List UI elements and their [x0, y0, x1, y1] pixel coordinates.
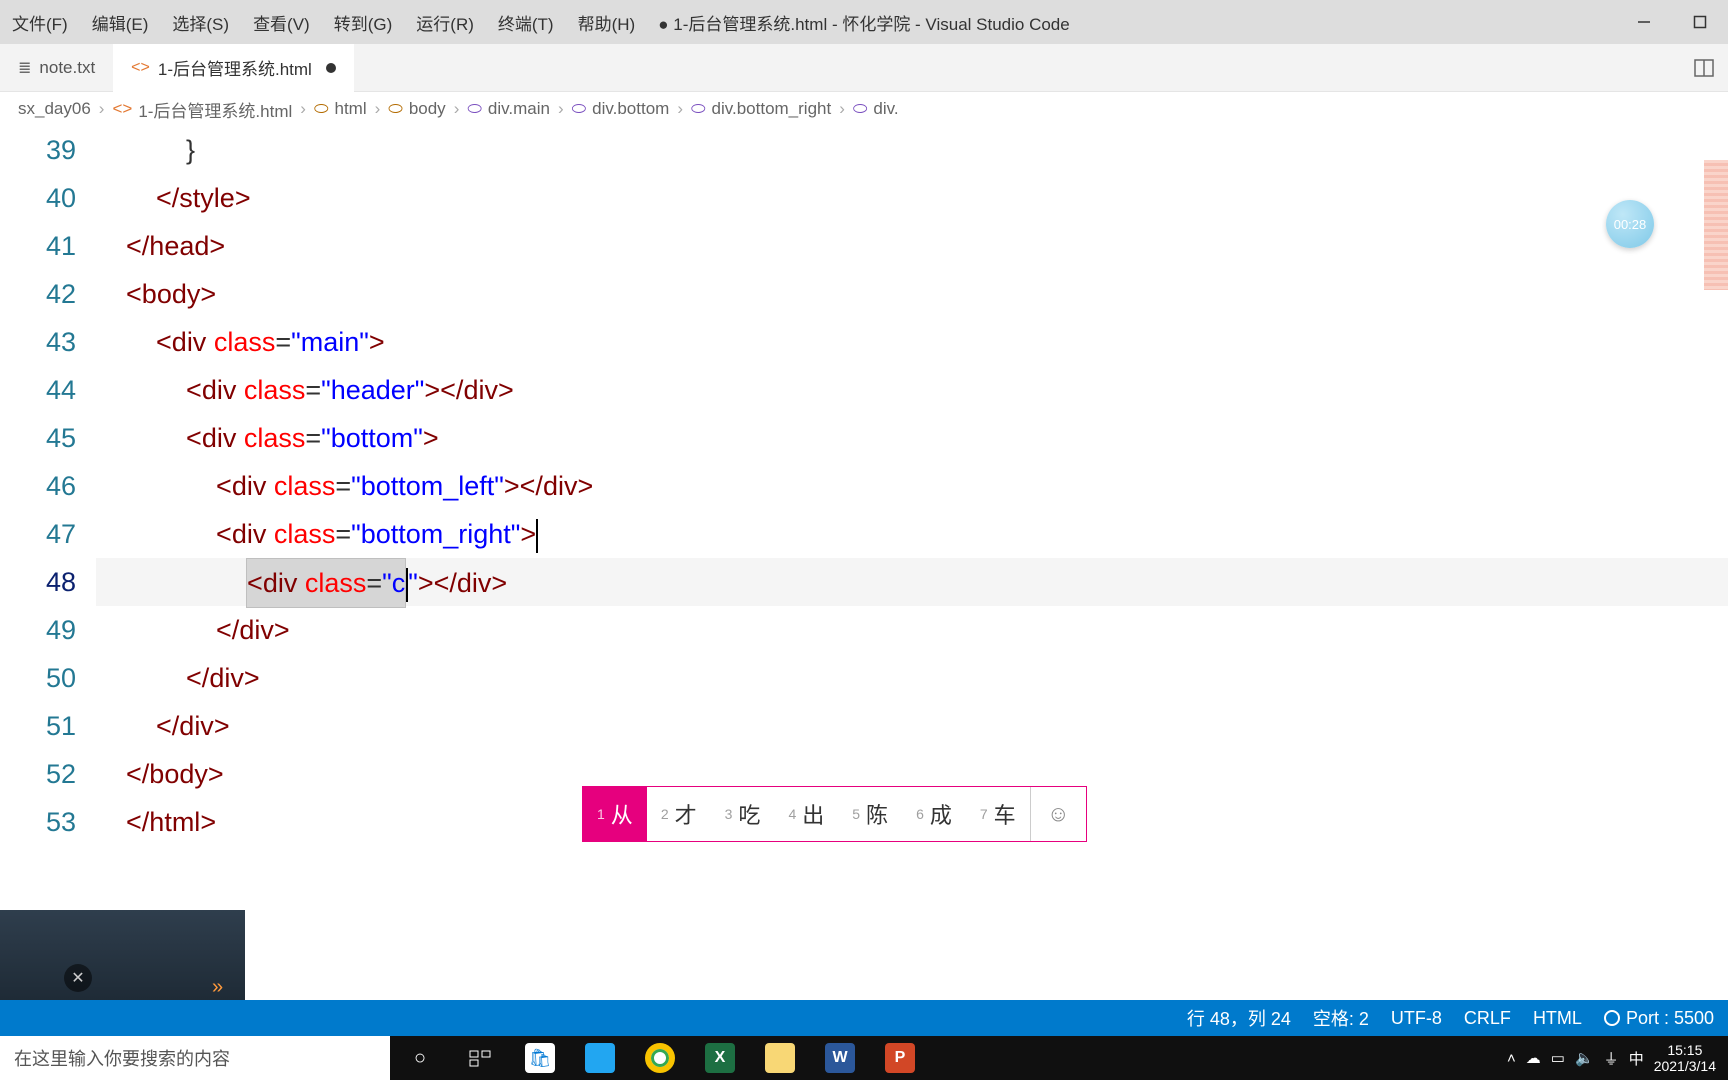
- breadcrumb-item[interactable]: ⬭div.main: [467, 99, 550, 119]
- menu-run[interactable]: 运行(R): [404, 10, 486, 35]
- taskbar-app-excel[interactable]: X: [690, 1036, 750, 1080]
- chevron-right-icon: ›: [558, 99, 564, 119]
- line-number-gutter: 394041424344454647484950515253: [0, 126, 96, 846]
- cortana-icon[interactable]: ○: [390, 1036, 450, 1080]
- screen-recorder-timer[interactable]: 00:28: [1606, 200, 1654, 248]
- tab-label: note.txt: [39, 58, 95, 78]
- status-cursor-position[interactable]: 行 48，列 24: [1187, 1005, 1291, 1031]
- broadcast-icon: [1604, 1010, 1620, 1026]
- ime-candidate[interactable]: 6成: [902, 787, 966, 841]
- code-editor[interactable]: 394041424344454647484950515253 } </style…: [0, 126, 1728, 926]
- menu-view[interactable]: 查看(V): [241, 10, 322, 35]
- menu-bar: 文件(F) 编辑(E) 选择(S) 查看(V) 转到(G) 运行(R) 终端(T…: [0, 0, 1728, 44]
- taskbar-app-store[interactable]: 🛍: [510, 1036, 570, 1080]
- code-content[interactable]: } </style> </head> <body> <div class="ma…: [96, 126, 1728, 846]
- taskbar-app-explorer[interactable]: [750, 1036, 810, 1080]
- tray-chevron-up-icon[interactable]: ˄: [1507, 1050, 1516, 1067]
- ime-emoji-button[interactable]: ☺: [1030, 787, 1086, 841]
- breadcrumb-item[interactable]: ⬭body: [388, 99, 445, 119]
- ime-candidate[interactable]: 7车: [966, 787, 1030, 841]
- menu-select[interactable]: 选择(S): [160, 10, 241, 35]
- window-maximize-button[interactable]: [1672, 0, 1728, 44]
- chevron-right-icon: ›: [375, 99, 381, 119]
- tray-onedrive-icon[interactable]: ☁: [1526, 1049, 1541, 1067]
- timer-label: 00:28: [1614, 217, 1647, 232]
- taskbar-search-input[interactable]: 在这里输入你要搜索的内容: [0, 1036, 390, 1080]
- ime-candidate[interactable]: 5陈: [838, 787, 902, 841]
- file-text-icon: ≣: [18, 58, 31, 78]
- breadcrumb-item[interactable]: ⬭div.bottom_right: [691, 99, 831, 119]
- task-view-icon[interactable]: [450, 1036, 510, 1080]
- status-live-server[interactable]: Port : 5500: [1604, 1008, 1714, 1029]
- dirty-indicator-icon: [326, 63, 336, 73]
- tab-note[interactable]: ≣ note.txt: [0, 44, 113, 92]
- chevron-right-icon: ›: [454, 99, 460, 119]
- window-title: ● 1-后台管理系统.html - 怀化学院 - Visual Studio C…: [658, 10, 1069, 35]
- breadcrumb-item[interactable]: ⬭html: [314, 99, 367, 119]
- menu-edit[interactable]: 编辑(E): [80, 10, 161, 35]
- tray-ime-indicator[interactable]: 中: [1629, 1048, 1644, 1069]
- taskbar-app-powerpoint[interactable]: P: [870, 1036, 930, 1080]
- ime-candidate-list[interactable]: 1从 2才 3吃 4出 5陈 6成 7车 ☺: [582, 786, 1087, 842]
- ime-candidate[interactable]: 1从: [583, 787, 647, 841]
- tray-wifi-icon[interactable]: ⏚: [1604, 1048, 1619, 1069]
- chevron-right-icon: ›: [99, 99, 105, 119]
- taskbar-app-word[interactable]: W: [810, 1036, 870, 1080]
- status-bar: 行 48，列 24 空格: 2 UTF-8 CRLF HTML Port : 5…: [0, 1000, 1728, 1036]
- status-language[interactable]: HTML: [1533, 1008, 1582, 1029]
- ime-candidate[interactable]: 2才: [647, 787, 711, 841]
- system-tray[interactable]: ˄ ☁ ▭ 🔈 ⏚ 中 15:15 2021/3/14: [1507, 1042, 1728, 1074]
- ime-candidate[interactable]: 3吃: [711, 787, 775, 841]
- split-editor-icon[interactable]: [1694, 58, 1728, 78]
- secondary-cursor: [536, 519, 538, 553]
- status-indent[interactable]: 空格: 2: [1313, 1005, 1369, 1031]
- menu-terminal[interactable]: 终端(T): [486, 10, 566, 35]
- breadcrumb-item[interactable]: <>1-后台管理系统.html: [112, 97, 292, 122]
- menu-help[interactable]: 帮助(H): [566, 10, 648, 35]
- tray-date: 2021/3/14: [1654, 1058, 1716, 1074]
- window-minimize-button[interactable]: [1616, 0, 1672, 44]
- chevron-right-icon: ›: [300, 99, 306, 119]
- windows-taskbar: 在这里输入你要搜索的内容 ○ 🛍 X W P ˄ ☁ ▭ 🔈 ⏚ 中 15:15…: [0, 1036, 1728, 1080]
- menu-file[interactable]: 文件(F): [0, 10, 80, 35]
- breadcrumb-item[interactable]: ⬭div.: [853, 99, 899, 119]
- file-html-icon: <>: [131, 59, 150, 77]
- breadcrumb-item[interactable]: ⬭div.bottom: [572, 99, 670, 119]
- taskbar-app-chrome[interactable]: [630, 1036, 690, 1080]
- tray-clock[interactable]: 15:15 2021/3/14: [1654, 1042, 1716, 1074]
- expand-icon[interactable]: »: [212, 976, 223, 999]
- minimap[interactable]: [1704, 160, 1728, 290]
- breadcrumb-item[interactable]: sx_day06: [18, 99, 91, 119]
- tray-battery-icon[interactable]: ▭: [1551, 1049, 1565, 1067]
- tray-volume-icon[interactable]: 🔈: [1575, 1049, 1594, 1067]
- status-eol[interactable]: CRLF: [1464, 1008, 1511, 1029]
- status-encoding[interactable]: UTF-8: [1391, 1008, 1442, 1029]
- chevron-right-icon: ›: [677, 99, 683, 119]
- menu-goto[interactable]: 转到(G): [322, 10, 405, 35]
- tab-bar: ≣ note.txt <> 1-后台管理系统.html: [0, 44, 1728, 92]
- breadcrumb[interactable]: sx_day06 › <>1-后台管理系统.html › ⬭html › ⬭bo…: [0, 92, 1728, 126]
- ime-candidate[interactable]: 4出: [774, 787, 838, 841]
- chevron-right-icon: ›: [839, 99, 845, 119]
- close-icon[interactable]: ✕: [64, 964, 92, 992]
- tab-html-active[interactable]: <> 1-后台管理系统.html: [113, 44, 354, 92]
- tray-time: 15:15: [1654, 1042, 1716, 1058]
- tab-label: 1-后台管理系统.html: [158, 55, 312, 80]
- taskbar-app-vscode[interactable]: [570, 1036, 630, 1080]
- video-overlay-thumbnail[interactable]: ✕ »: [0, 910, 245, 1012]
